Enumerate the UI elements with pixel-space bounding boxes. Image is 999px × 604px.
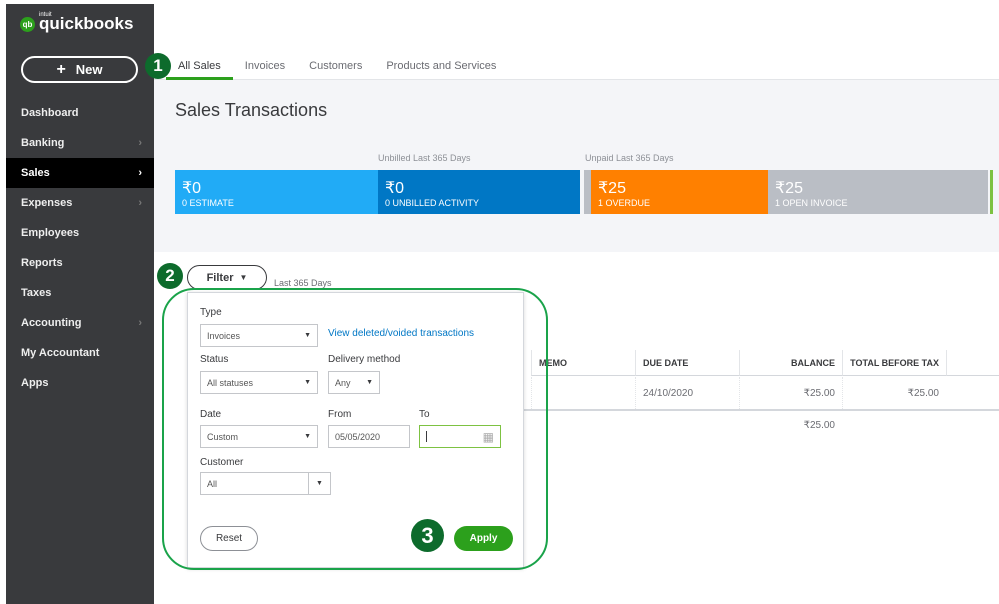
card-label: 0 UNBILLED ACTIVITY [385,198,480,208]
sidebar-item-sales[interactable]: Sales › [6,158,154,188]
cell-due-date: 24/10/2020 [635,377,739,409]
filter-button[interactable]: Filter ▼ [187,265,267,290]
summary-card-unbilled-activity[interactable]: ₹0 0 UNBILLED ACTIVITY [378,170,580,214]
sidebar-item-my-accountant[interactable]: My Accountant [6,338,154,368]
table-divider [524,409,999,411]
sidebar-item-label: Taxes [21,287,52,299]
col-total-before-tax[interactable]: TOTAL BEFORE TAX [842,350,946,376]
unbilled-caption: Unbilled Last 365 Days [378,153,471,163]
sidebar-item-label: Dashboard [21,107,79,119]
tab-invoices[interactable]: Invoices [233,50,297,80]
card-amount: ₹25 [598,180,626,197]
card-label: 0 ESTIMATE [182,198,234,208]
qb-logo-icon: qb [20,16,35,32]
step-badge-2: 2 [157,263,183,289]
col-due-date[interactable]: DUE DATE [635,350,739,376]
step-badge-1: 1 [145,53,171,79]
total-balance: ₹25.00 [803,420,835,431]
quickbooks-logo[interactable]: qb intuit quickbooks [20,12,134,34]
sidebar-item-dashboard[interactable]: Dashboard [6,98,154,128]
tab-bar: All Sales Invoices Customers Products an… [154,50,999,80]
sidebar-item-label: Sales [21,167,50,179]
sidebar-item-expenses[interactable]: Expenses › [6,188,154,218]
summary-card-overdue[interactable]: ₹25 1 OVERDUE [591,170,768,214]
summary-card-open-invoice[interactable]: ₹25 1 OPEN INVOICE [768,170,988,214]
new-button[interactable]: + New [21,56,138,83]
paid-bar-segment [990,170,993,214]
sidebar: qb intuit quickbooks + New Dashboard Banki… [6,4,154,604]
filter-label: Filter [206,271,234,284]
chevron-right-icon: › [138,197,142,209]
sidebar-item-label: Employees [21,227,80,239]
intuit-label: intuit [39,12,52,18]
sidebar-item-label: Banking [21,137,65,149]
card-amount: ₹0 [182,180,202,197]
sidebar-item-taxes[interactable]: Taxes [6,278,154,308]
sidebar-item-label: Expenses [21,197,73,209]
summary-card-estimate[interactable]: ₹0 0 ESTIMATE [175,170,378,214]
sidebar-item-label: Apps [21,377,49,389]
sidebar-item-label: My Accountant [21,347,100,359]
col-extra [946,350,999,376]
card-label: 1 OPEN INVOICE [775,198,848,208]
date-range-label: Last 365 Days [274,278,332,288]
sidebar-item-accounting[interactable]: Accounting › [6,308,154,338]
chevron-right-icon: › [138,317,142,329]
tab-all-sales[interactable]: All Sales [166,50,233,80]
logo-text: quickbooks [39,14,134,33]
card-label: 1 OVERDUE [598,198,651,208]
unpaid-caption: Unpaid Last 365 Days [585,153,674,163]
page-title: Sales Transactions [175,100,328,120]
sidebar-item-label: Accounting [21,317,82,329]
sidebar-item-employees[interactable]: Employees [6,218,154,248]
chevron-right-icon: › [138,137,142,149]
chevron-right-icon: › [138,167,142,179]
tab-products-services[interactable]: Products and Services [374,50,508,80]
step-badge-3: 3 [411,519,444,552]
tab-customers[interactable]: Customers [297,50,374,80]
cell-total: ₹25.00 [842,377,946,409]
annotation-outline [162,288,548,570]
cell-balance: ₹25.00 [739,377,842,409]
sidebar-item-label: Reports [21,257,63,269]
new-label: New [75,62,103,77]
col-balance[interactable]: BALANCE [739,350,842,376]
card-amount: ₹25 [775,180,803,197]
plus-icon: + [56,60,66,78]
sidebar-item-banking[interactable]: Banking › [6,128,154,158]
unpaid-bar-segment [584,170,591,214]
caret-down-icon: ▼ [239,273,248,282]
sidebar-item-reports[interactable]: Reports [6,248,154,278]
card-amount: ₹0 [385,180,405,197]
sidebar-item-apps[interactable]: Apps [6,368,154,398]
